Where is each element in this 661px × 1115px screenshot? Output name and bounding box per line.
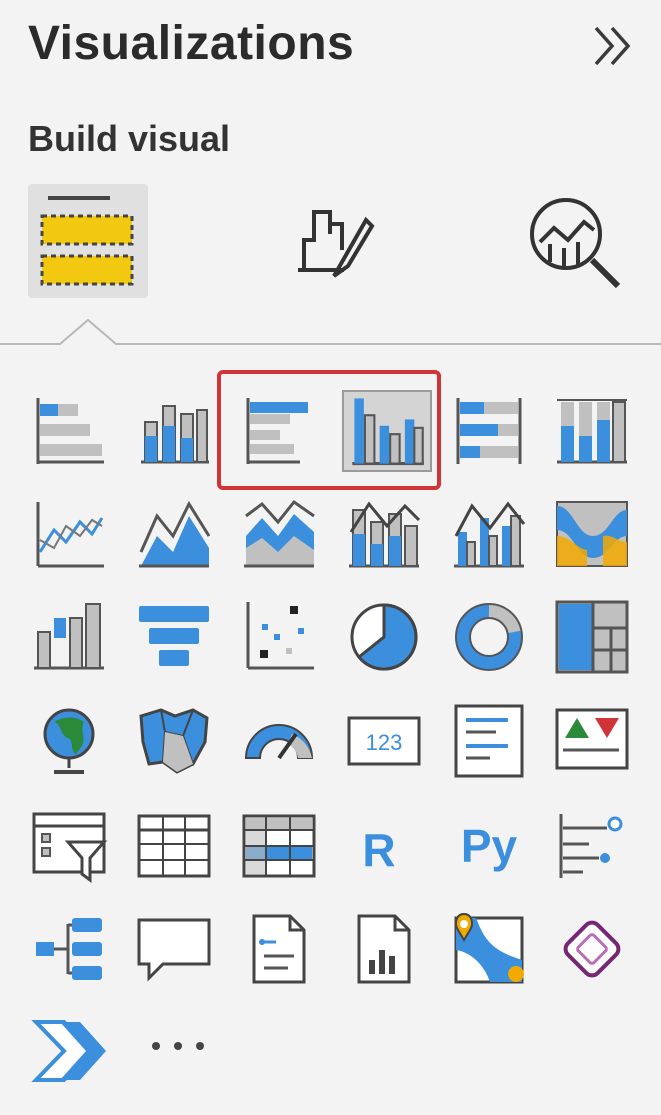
analytics-tab[interactable]: [520, 188, 630, 292]
card-icon: 123: [347, 716, 421, 766]
stacked-column-chart-icon: [141, 405, 209, 464]
line-and-stacked-column-chart-icon: [349, 501, 421, 568]
scatter-chart-button[interactable]: [240, 598, 318, 676]
chevron-double-right-icon: [594, 26, 631, 66]
decomposition-tree-button[interactable]: [30, 910, 108, 988]
power-automate-icon: [31, 1020, 106, 1082]
magnifier-chart-icon: [530, 198, 621, 289]
line-and-stacked-column-chart-button[interactable]: [345, 496, 423, 574]
scatter-chart-icon: [246, 602, 314, 670]
key-influencers-icon: [559, 814, 623, 878]
100-stacked-bar-chart-button[interactable]: [450, 392, 528, 470]
filled-map-button[interactable]: [135, 702, 213, 780]
table-icon: [137, 814, 211, 878]
py-label: Py: [461, 820, 518, 872]
line-chart-icon: [36, 502, 104, 568]
stacked-area-chart-button[interactable]: [240, 496, 318, 574]
treemap-button[interactable]: [553, 598, 631, 676]
paginated-report-icon: [357, 914, 411, 984]
pane-title: Visualizations: [28, 17, 355, 70]
area-chart-icon: [139, 500, 211, 568]
build-visual-tab[interactable]: [28, 184, 148, 298]
clustered-column-chart-icon: [352, 398, 424, 466]
decomposition-tree-icon: [36, 918, 102, 980]
more-visuals-button[interactable]: [146, 1020, 212, 1068]
key-influencers-button[interactable]: [553, 808, 631, 886]
donut-chart-icon: [455, 603, 523, 671]
filled-map-icon: [139, 708, 209, 774]
pie-chart-icon: [350, 603, 418, 671]
azure-map-button[interactable]: [450, 910, 528, 988]
table-button[interactable]: [135, 808, 213, 886]
100-stacked-column-chart-button[interactable]: [553, 392, 631, 470]
stacked-bar-chart-button[interactable]: [30, 392, 108, 470]
ribbon-chart-icon: [556, 501, 628, 567]
python-icon: Py: [461, 820, 518, 872]
funnel-button[interactable]: [135, 598, 213, 676]
collapse-pane-button[interactable]: [588, 20, 638, 72]
multi-row-card-button[interactable]: [450, 702, 528, 780]
gauge-button[interactable]: [240, 702, 318, 780]
matrix-icon: [242, 814, 316, 878]
qa-button[interactable]: [135, 910, 213, 988]
funnel-icon: [139, 606, 209, 666]
waterfall-chart-icon: [34, 603, 104, 670]
r-label: R: [362, 824, 395, 876]
document-narrative-icon: [252, 914, 306, 984]
100-stacked-column-chart-icon: [557, 399, 627, 464]
clustered-bar-chart-icon: [246, 398, 308, 464]
r-script-visual-button[interactable]: R: [345, 808, 423, 886]
stacked-area-chart-icon: [244, 499, 315, 568]
power-automate-button[interactable]: [30, 1012, 108, 1090]
slicer-button[interactable]: [30, 808, 108, 886]
smart-narrative-button[interactable]: [240, 910, 318, 988]
kpi-button[interactable]: [553, 702, 631, 780]
waterfall-chart-button[interactable]: [30, 598, 108, 676]
globe-map-icon: [43, 708, 95, 774]
power-apps-button[interactable]: [553, 910, 631, 988]
100-stacked-bar-chart-icon: [456, 398, 522, 464]
paintbrush-chart-icon: [298, 210, 375, 278]
line-chart-button[interactable]: [30, 496, 108, 574]
fields-well-icon: [40, 196, 134, 286]
multi-row-card-icon: [454, 704, 524, 778]
area-chart-button[interactable]: [135, 496, 213, 574]
gauge-icon: [244, 724, 314, 760]
visualizations-pane: Visualizations Build visual 123 R Py: [0, 0, 661, 1115]
slicer-icon: [32, 812, 108, 883]
azure-map-icon: [454, 912, 524, 984]
line-and-clustered-column-chart-icon: [454, 501, 526, 568]
speech-bubble-icon: [137, 918, 211, 982]
section-subtitle: Build visual: [28, 118, 231, 159]
kpi-icon: [555, 708, 629, 770]
format-visual-tab[interactable]: [284, 190, 384, 290]
python-visual-button[interactable]: Py: [450, 808, 528, 886]
treemap-icon: [555, 600, 629, 674]
clustered-column-chart-button[interactable]: [342, 390, 432, 472]
paginated-report-button[interactable]: [345, 910, 423, 988]
stacked-column-chart-button[interactable]: [135, 392, 213, 470]
matrix-button[interactable]: [240, 808, 318, 886]
line-and-clustered-column-chart-button[interactable]: [450, 496, 528, 574]
pie-chart-button[interactable]: [345, 598, 423, 676]
donut-chart-button[interactable]: [450, 598, 528, 676]
map-button[interactable]: [30, 702, 108, 780]
card-icon-label: 123: [366, 730, 403, 755]
clustered-bar-chart-button[interactable]: [240, 392, 318, 470]
power-apps-icon: [563, 920, 621, 978]
ellipsis-icon: [152, 1042, 204, 1050]
card-button[interactable]: 123: [345, 702, 423, 780]
ribbon-chart-button[interactable]: [553, 496, 631, 574]
r-script-icon: R: [362, 824, 395, 876]
stacked-bar-chart-icon: [36, 398, 104, 464]
